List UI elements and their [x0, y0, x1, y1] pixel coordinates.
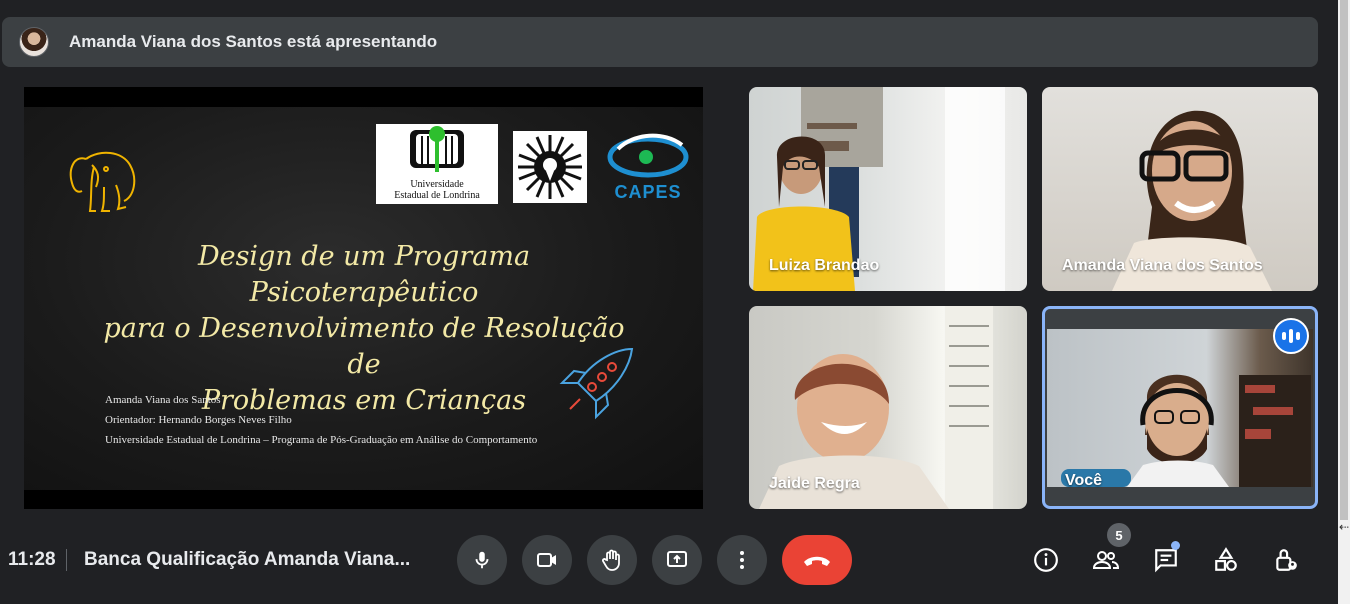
meeting-clock: 11:28 [8, 549, 56, 570]
meeting-details-button[interactable] [1026, 540, 1066, 580]
presenter-avatar [19, 27, 49, 57]
participant-tile[interactable]: Amanda Viana dos Santos [1042, 87, 1318, 291]
scroll-arrow-icon[interactable]: ⇠ [1339, 520, 1349, 534]
more-options-button[interactable] [717, 535, 767, 585]
more-vert-icon [740, 551, 744, 569]
activities-icon [1215, 547, 1237, 571]
uel-logo: Universidade Estadual de Londrina [376, 124, 498, 204]
camera-button[interactable] [522, 535, 572, 585]
call-end-icon [804, 556, 830, 566]
info-icon [1034, 548, 1058, 572]
presenting-text: Amanda Viana dos Santos está apresentand… [69, 32, 438, 51]
uel-logo-text: Universidade Estadual de Londrina [394, 179, 480, 201]
participant-tile[interactable]: Jaide Regra [749, 306, 1027, 509]
capes-logo-text: CAPES [614, 182, 682, 202]
host-controls-button[interactable] [1266, 540, 1306, 580]
control-bar: 11:28 Banca Qualificação Amanda Viana...… [0, 523, 1338, 590]
participant-name: Você [1065, 472, 1103, 489]
meeting-title: Banca Qualificação Amanda Viana... [84, 549, 411, 570]
present-screen-icon [667, 551, 687, 567]
presenting-banner: Amanda Viana dos Santos está apresentand… [2, 17, 1318, 67]
activities-button[interactable] [1206, 540, 1246, 580]
self-view-tile[interactable]: Você [1042, 306, 1318, 509]
raise-hand-button[interactable] [587, 535, 637, 585]
slide-institution: Universidade Estadual de Londrina – Prog… [105, 434, 538, 446]
slide: Universidade Estadual de Londrina CAPES … [24, 107, 703, 490]
presentation-screen: Universidade Estadual de Londrina CAPES … [24, 87, 703, 509]
sun-emblem-logo [513, 131, 587, 203]
slide-author: Amanda Viana dos Santos [105, 394, 221, 406]
participant-tile[interactable]: Luiza Brandao [749, 87, 1027, 291]
rocket-drawing-icon [559, 347, 634, 420]
slide-advisor: Orientador: Hernando Borges Neves Filho [105, 414, 292, 426]
scrollbar-thumb[interactable] [1340, 0, 1348, 520]
present-button[interactable] [652, 535, 702, 585]
people-button[interactable] [1086, 540, 1126, 580]
self-video [1047, 329, 1313, 487]
page-scrollbar[interactable]: ⇠ [1338, 0, 1350, 604]
microphone-button[interactable] [457, 535, 507, 585]
elephant-drawing-icon [69, 151, 136, 212]
host-controls-icon [1276, 549, 1297, 571]
participant-name: Jaide Regra [769, 475, 860, 492]
chat-button[interactable] [1146, 540, 1186, 580]
raise-hand-icon [602, 549, 620, 571]
participant-name: Luiza Brandao [769, 257, 880, 274]
end-call-button[interactable] [782, 535, 852, 585]
speaking-indicator-icon [1273, 318, 1309, 354]
participant-name: Amanda Viana dos Santos [1062, 257, 1263, 274]
people-icon [1092, 551, 1120, 569]
divider [66, 549, 67, 571]
capes-logo: CAPES [604, 127, 692, 205]
chat-icon [1155, 549, 1177, 573]
chat-notification-dot [1171, 541, 1180, 550]
mic-icon [475, 551, 489, 569]
videocam-icon [537, 553, 556, 567]
